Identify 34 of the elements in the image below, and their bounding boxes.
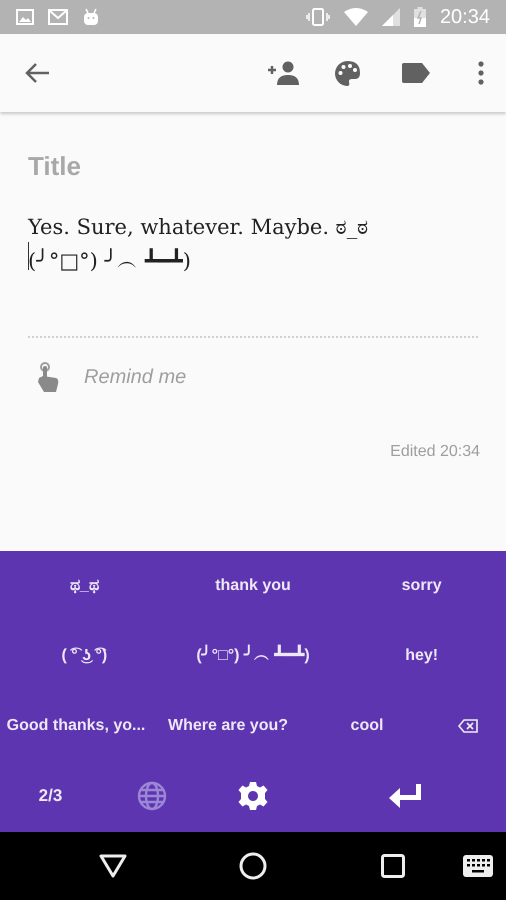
- pointing-hand-icon: [36, 362, 60, 392]
- more-options-icon[interactable]: [478, 61, 484, 85]
- settings-icon[interactable]: [238, 781, 268, 811]
- clock-time: 20:34: [440, 5, 490, 30]
- phrase-key[interactable]: (╯°□°) ╯︵ ┻━┻): [196, 644, 310, 668]
- recent-apps-icon[interactable]: [381, 854, 405, 878]
- battery-icon: [414, 7, 426, 27]
- phrase-key[interactable]: Good thanks, yo...: [6, 714, 146, 738]
- phrase-key[interactable]: ಥ_ಥ: [70, 574, 99, 598]
- keyboard-icon[interactable]: [463, 855, 493, 877]
- home-icon[interactable]: [239, 852, 267, 880]
- vibrate-icon: [306, 7, 330, 27]
- backspace-icon[interactable]: [458, 719, 478, 733]
- back-arrow-icon[interactable]: [24, 62, 50, 84]
- note-body[interactable]: Yes. Sure, whatever. Maybe. ಠ_ಠ (╯°□°) ╯︵ ┻━┻): [28, 210, 478, 278]
- phrase-key[interactable]: hey!: [405, 644, 438, 668]
- signal-icon: [382, 8, 400, 26]
- phrase-key[interactable]: thank you: [215, 574, 291, 598]
- edited-time: Edited 20:34: [390, 442, 480, 462]
- palette-icon[interactable]: [334, 60, 361, 86]
- phrase-key[interactable]: ( ͡° ͜ʖ ͡°): [61, 644, 108, 668]
- mail-icon: [48, 9, 68, 25]
- enter-icon[interactable]: [388, 782, 422, 810]
- phrase-key[interactable]: Where are you?: [168, 714, 288, 738]
- text-cursor: [28, 242, 29, 270]
- add-person-icon[interactable]: [267, 61, 301, 85]
- phrase-key[interactable]: sorry: [402, 574, 442, 598]
- wifi-icon: [344, 8, 368, 26]
- phrase-key[interactable]: cool: [350, 714, 384, 738]
- label-tag-icon[interactable]: [402, 63, 430, 83]
- page-indicator-key[interactable]: 2/3: [38, 783, 62, 809]
- image-icon: [16, 9, 34, 25]
- robot-icon: [82, 8, 100, 26]
- back-icon[interactable]: [99, 854, 127, 878]
